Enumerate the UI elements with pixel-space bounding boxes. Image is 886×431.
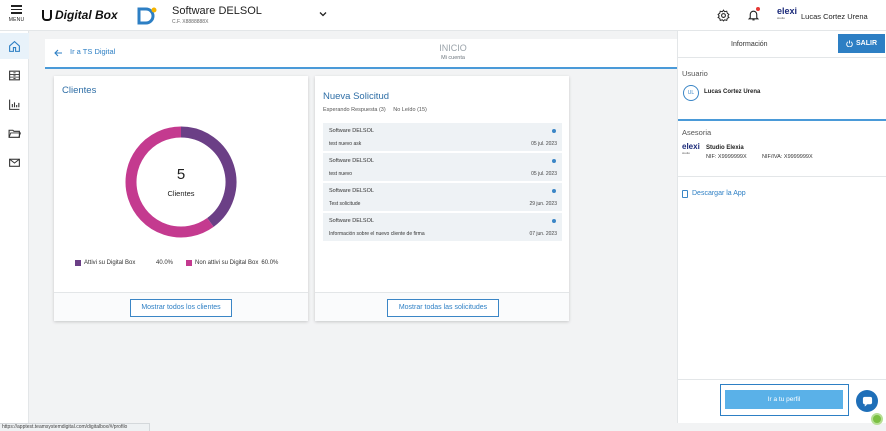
request-date: 05 jul. 2023	[531, 171, 557, 177]
status-indicator-icon	[871, 413, 883, 425]
menu-label: MENU	[8, 17, 25, 23]
user-section-label: Usuario	[682, 69, 708, 78]
unread-dot	[552, 189, 556, 193]
tab-unread[interactable]: No Leído (15)	[393, 107, 427, 113]
rail-item-home[interactable]	[0, 33, 29, 59]
menu-button[interactable]: MENU	[0, 0, 33, 31]
legend-item-inactive: Non attivi su Digital Box 60.0%	[186, 260, 278, 266]
request-title: Software DELSOL	[329, 128, 374, 134]
legend-swatch-inactive	[186, 260, 192, 266]
request-subject: test nuevo	[329, 171, 353, 177]
requests-card-footer: Mostrar todas las solicitudes	[315, 292, 569, 321]
chevron-down-icon[interactable]	[319, 10, 327, 18]
legend-item-active: Attivi su Digital Box	[75, 260, 135, 266]
info-panel: Información SALIR Usuario UL Lucas Corte…	[677, 31, 886, 423]
legend-label-inactive: Non attivi su Digital Box	[195, 260, 259, 266]
clients-title: Clientes	[62, 85, 97, 96]
legend-value-active-text: 40.0%	[156, 260, 174, 266]
logout-label: SALIR	[856, 40, 877, 47]
requests-title: Nueva Solicitud	[323, 91, 390, 102]
request-date: 29 jun. 2023	[529, 201, 557, 207]
notification-dot	[756, 7, 760, 11]
tab-waiting-response[interactable]: Esperando Respuesta (3)	[323, 107, 386, 113]
brand-name: Digital Box	[55, 8, 118, 22]
rail-item-messages[interactable]	[0, 149, 29, 175]
mobile-phone-icon	[682, 190, 688, 198]
folder-icon	[8, 129, 21, 138]
user-company-logo: elexi studio	[777, 6, 797, 24]
unread-dot	[552, 219, 556, 223]
section-divider	[678, 119, 886, 121]
legend-value-active: 40.0%	[156, 260, 173, 266]
donut-slice-inactive	[125, 126, 214, 238]
download-app-link[interactable]: Descargar la App	[692, 190, 746, 197]
brand-logo[interactable]: Digital Box	[42, 8, 118, 22]
user-logo-sub: studio	[777, 16, 786, 20]
go-to-profile-button[interactable]: Ir a tu perfil	[725, 390, 843, 409]
info-panel-title: Información	[731, 41, 768, 48]
logout-button[interactable]: SALIR	[838, 34, 885, 53]
request-subject: Test solicitude	[329, 201, 361, 207]
chat-icon	[862, 396, 872, 407]
advisory-section-label: Asesoria	[682, 128, 712, 137]
advisory-name: Studio Elexia	[706, 145, 744, 151]
request-title: Software DELSOL	[329, 188, 374, 194]
section-divider	[678, 176, 886, 177]
advisory-logo-text: elexi	[682, 142, 700, 151]
legend-label-active: Attivi su Digital Box	[84, 260, 136, 266]
advisory-logo-sub: studio	[682, 151, 691, 155]
hamburger-icon	[11, 5, 22, 16]
archive-icon	[9, 70, 20, 80]
request-date: 07 jun. 2023	[529, 231, 557, 237]
rail-item-documents[interactable]	[0, 120, 29, 146]
show-all-requests-button[interactable]: Mostrar todas las solicitudes	[387, 299, 499, 317]
app-cf: C.F. X8888888X	[172, 19, 209, 25]
advisory-nif-iva: NIF/IVA: X9999999X	[762, 154, 813, 160]
rail-item-reports[interactable]	[0, 91, 29, 117]
chart-icon	[9, 99, 20, 110]
rail-item-archive[interactable]	[0, 62, 29, 88]
clients-card-footer: Mostrar todos los clientes	[54, 292, 308, 321]
request-subject: Información sobre el nuevo cliente de fi…	[329, 231, 425, 237]
request-date: 05 jul. 2023	[531, 141, 557, 147]
user-name[interactable]: Lucas Cortez Urena	[801, 12, 868, 21]
app-name[interactable]: Software DELSOL	[172, 5, 262, 17]
request-item[interactable]: Software DELSOL Test solicitude 29 jun. …	[323, 183, 562, 211]
gear-icon[interactable]	[717, 9, 730, 22]
request-filters: Esperando Respuesta (3) No Leído (15)	[323, 107, 433, 113]
power-icon	[846, 40, 853, 47]
request-item[interactable]: Software DELSOL test nuevo 05 jul. 2023	[323, 153, 562, 181]
panel-user-name: Lucas Cortez Urena	[704, 89, 761, 95]
request-item[interactable]: Software DELSOL Información sobre el nue…	[323, 213, 562, 241]
donut-slice-active	[180, 126, 237, 227]
profile-button-frame: Ir a tu perfil	[720, 384, 849, 416]
unread-dot	[552, 159, 556, 163]
home-icon	[9, 40, 20, 52]
clients-total: 5	[177, 166, 185, 183]
legend-swatch-active	[75, 260, 81, 266]
request-subject: test nuevo ask	[329, 141, 362, 147]
request-title: Software DELSOL	[329, 218, 374, 224]
chat-button[interactable]	[856, 390, 878, 412]
info-panel-header: Información SALIR	[678, 31, 886, 58]
top-bar: MENU Digital Box Software DELSOL C.F. X8…	[0, 0, 886, 31]
teamsystem-logo-icon	[42, 9, 52, 21]
mail-icon	[9, 158, 20, 167]
sub-header: Ir a TS Digital INICIO Mi cuenta	[45, 39, 677, 69]
show-all-clients-button[interactable]: Mostrar todos los clientes	[130, 299, 232, 317]
info-panel-footer: Ir a tu perfil	[678, 379, 886, 423]
request-title: Software DELSOL	[329, 158, 374, 164]
browser-status-url: https://apptest.teamsystemdigital.com/di…	[0, 423, 150, 431]
user-logo-text: elexi	[777, 6, 798, 16]
advisory-logo: elexi studio	[682, 142, 702, 155]
advisory-nif: NIF: X9999999X	[706, 154, 747, 160]
avatar: UL	[683, 85, 699, 101]
request-item[interactable]: Software DELSOL test nuevo ask 05 jul. 2…	[323, 123, 562, 151]
clients-total-label: Clientes	[167, 189, 194, 198]
clients-donut-chart: 5 Clientes	[125, 126, 237, 238]
legend-value-inactive: 60.0%	[261, 260, 279, 266]
delsol-logo-icon	[137, 7, 157, 25]
unread-dot	[552, 129, 556, 133]
left-rail	[0, 31, 29, 423]
